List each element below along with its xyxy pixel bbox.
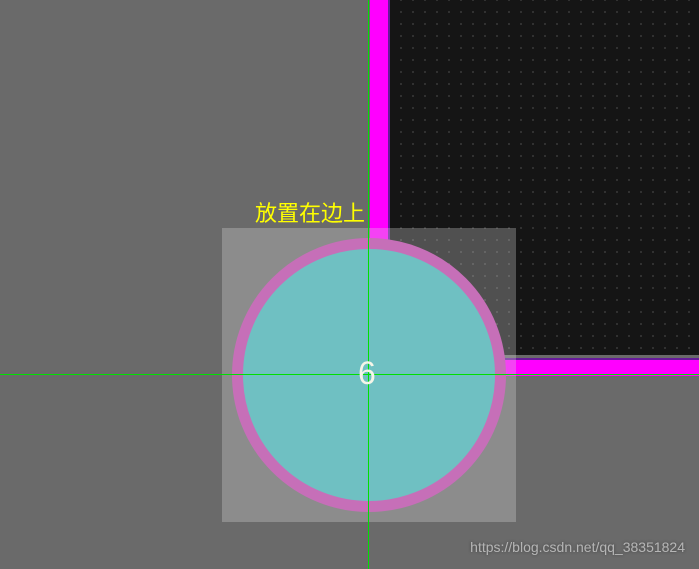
crosshair-vertical [368,0,369,569]
annotation-label: 放置在边上 [255,196,365,228]
watermark-text: https://blog.csdn.net/qq_38351824 [470,539,685,555]
crosshair-horizontal [0,374,699,375]
pin-number-label: 6 [358,355,376,392]
